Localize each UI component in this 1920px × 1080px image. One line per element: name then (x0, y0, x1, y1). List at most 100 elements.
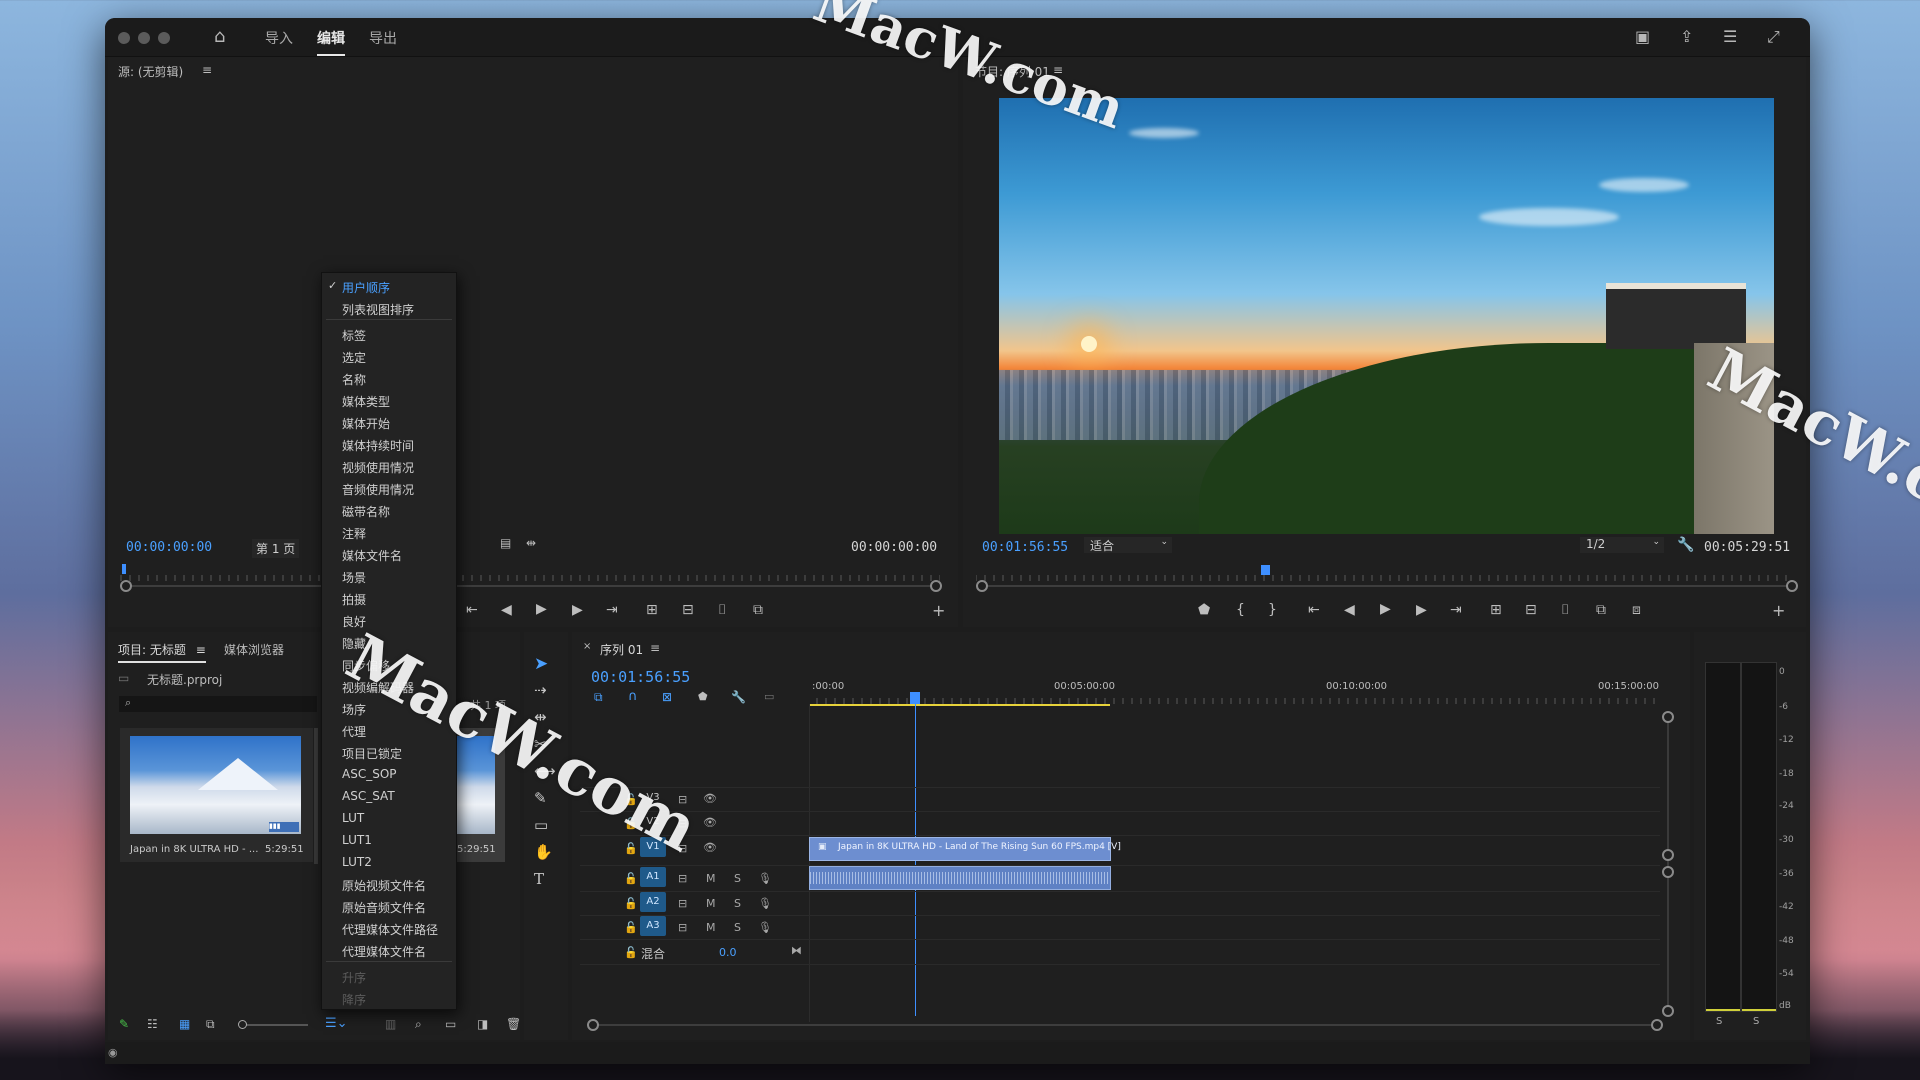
sort-menu-item[interactable]: 注释 (342, 525, 366, 542)
clear-trash-icon[interactable]: 🗑 (506, 1017, 521, 1031)
program-step-back-icon[interactable]: ◀︎ (1344, 602, 1355, 618)
source-step-forward-icon[interactable]: ▶︎ (572, 602, 583, 618)
source-time-ruler[interactable] (120, 563, 940, 581)
go-to-next-edit-icon[interactable]: ⧓ (791, 944, 802, 957)
program-timecode[interactable]: 00:01:56:55 (982, 540, 1068, 555)
timeline-hscroll-left[interactable] (587, 1019, 599, 1031)
audio-clip[interactable] (809, 866, 1111, 890)
source-timecode-left[interactable]: 00:00:00:00 (126, 540, 212, 555)
program-time-ruler[interactable] (976, 563, 1794, 581)
source-settings-icon[interactable]: ▤ (500, 536, 511, 550)
timeline-menu-icon[interactable]: ≡ (650, 641, 660, 655)
eye-icon[interactable]: 👁 (703, 841, 717, 854)
sort-menu-item[interactable]: 标签 (342, 327, 366, 344)
source-step-back-icon[interactable]: ◀︎ (501, 602, 512, 618)
sort-menu-item[interactable]: LUT2 (342, 855, 372, 869)
source-page-dropdown[interactable]: 第 1 页 (252, 539, 300, 558)
sort-menu-item[interactable]: 原始音频文件名 (342, 899, 426, 916)
sort-menu-item[interactable]: 音频使用情况 (342, 481, 414, 498)
nest-toggle-icon[interactable]: ⧉ (594, 690, 603, 705)
source-trim-icon[interactable]: ⇹ (526, 536, 536, 550)
sync-lock-icon[interactable]: ⊟ (678, 921, 687, 934)
sort-menu-item[interactable]: 列表视图排序 (342, 301, 414, 318)
quick-export-icon[interactable]: ▣ (1635, 27, 1650, 46)
timeline-vscroll-knob-mid[interactable] (1662, 849, 1674, 861)
video-clip[interactable]: ▣ Japan in 8K ULTRA HD - Land of The Ris… (809, 837, 1121, 861)
timeline-vscroll-knob-top[interactable] (1662, 711, 1674, 723)
sort-menu-item[interactable]: ASC_SAT (342, 789, 395, 803)
hand-tool-icon[interactable]: ✋ (534, 843, 553, 861)
program-go-to-out-icon[interactable]: ⇥ (1450, 602, 1462, 618)
program-resolution-dropdown[interactable]: 1/2 ⌄ (1580, 537, 1664, 553)
nav-import[interactable]: 导入 (265, 28, 293, 48)
program-zoom-handle-left[interactable] (976, 580, 988, 592)
track-label-a1[interactable]: A1 (640, 867, 666, 887)
lock-icon[interactable]: 🔓 (624, 897, 638, 910)
program-comparison-view-icon[interactable]: ⧉ (1596, 602, 1606, 618)
share-icon[interactable]: ⇪ (1680, 27, 1693, 46)
home-icon[interactable]: ⌂ (214, 26, 225, 47)
nav-edit[interactable]: 编辑 (317, 28, 345, 56)
sort-menu-item[interactable]: 代理媒体文件名 (342, 943, 426, 960)
meter-solo-left-button[interactable]: S (1716, 1016, 1722, 1027)
meter-solo-right-button[interactable]: S (1753, 1016, 1759, 1027)
sort-menu-item[interactable]: 媒体持续时间 (342, 437, 414, 454)
source-zoom-handle-right[interactable] (930, 580, 942, 592)
program-add-button-icon[interactable]: + (1772, 601, 1785, 620)
new-bin-icon[interactable]: ▭ (445, 1017, 456, 1031)
program-zoom-handle-right[interactable] (1786, 580, 1798, 592)
timeline-vertical-scroll-track[interactable] (1667, 718, 1669, 1010)
source-panel-menu-icon[interactable]: ≡ (202, 63, 212, 77)
automate-to-sequence-icon[interactable]: ▥ (385, 1017, 396, 1031)
timeline-settings-icon[interactable]: 🔧 (731, 690, 746, 704)
sort-menu-item[interactable]: 名称 (342, 371, 366, 388)
fullscreen-icon[interactable]: ⤢ (1767, 27, 1780, 47)
find-icon[interactable]: ⌕ (415, 1017, 422, 1032)
captions-icon[interactable]: ▭ (764, 690, 774, 703)
slider-handle[interactable] (238, 1020, 247, 1029)
program-playhead-marker[interactable] (1261, 565, 1270, 575)
timeline-hscroll-right[interactable] (1651, 1019, 1663, 1031)
rectangle-tool-icon[interactable]: ▭ (534, 816, 548, 834)
source-zoom-bar[interactable] (126, 585, 936, 587)
solo-button[interactable]: S (734, 897, 741, 910)
tab-media-browser[interactable]: 媒体浏览器 (224, 641, 284, 658)
project-item-tile[interactable]: ▮▮▮ Japan in 8K ULTRA HD - ... 5:29:51 (120, 728, 313, 862)
timeline-close-icon[interactable]: × (583, 641, 591, 652)
zoom-window-button[interactable] (158, 32, 170, 44)
program-step-forward-icon[interactable]: ▶︎ (1416, 602, 1427, 618)
work-area-bar[interactable] (810, 704, 1110, 706)
sort-menu-item[interactable]: 良好 (342, 613, 366, 630)
sort-menu-item[interactable]: LUT (342, 811, 364, 825)
source-playhead[interactable] (122, 564, 126, 574)
program-go-to-in-icon[interactable]: ⇤ (1308, 602, 1320, 618)
program-settings-wrench-icon[interactable]: 🔧 (1677, 537, 1694, 553)
sort-menu-item[interactable]: 选定 (342, 349, 366, 366)
sort-menu-item[interactable]: 代理媒体文件路径 (342, 921, 438, 938)
source-overwrite-icon[interactable]: ⊟ (682, 602, 694, 618)
sort-menu-item[interactable]: ASC_SOP (342, 767, 397, 781)
program-add-marker-icon[interactable]: ⬟ (1198, 602, 1210, 618)
source-compare-icon[interactable]: ⧉ (753, 602, 763, 618)
timeline-vscroll-knob-mid2[interactable] (1662, 866, 1674, 878)
sort-menu-item[interactable]: 项目已锁定 (342, 745, 402, 762)
new-item-pencil-icon[interactable]: ✎ (119, 1017, 129, 1031)
timeline-horizontal-scroll[interactable] (594, 1024, 1658, 1026)
tab-sequence-01[interactable]: 序列 01 (600, 641, 643, 658)
mute-button[interactable]: M (706, 872, 716, 885)
track-label-a2[interactable]: A2 (640, 892, 666, 912)
solo-button[interactable]: S (734, 921, 741, 934)
project-scrollbar[interactable] (314, 728, 318, 864)
program-zoom-bar[interactable] (982, 585, 1792, 587)
sort-menu-item[interactable]: 视频使用情况 (342, 459, 414, 476)
linked-selection-icon[interactable]: ⊠ (662, 690, 672, 704)
lock-icon[interactable]: 🔓 (624, 946, 638, 959)
program-extract-icon[interactable]: ⊟ (1525, 602, 1537, 618)
sort-menu-item[interactable]: 磁带名称 (342, 503, 390, 520)
solo-button[interactable]: S (734, 872, 741, 885)
microphone-icon[interactable]: 🎙 (758, 897, 772, 910)
program-export-frame-icon[interactable]: ⌷ (1561, 602, 1569, 618)
add-marker-icon[interactable]: ⬟ (698, 690, 708, 703)
track-select-tool-icon[interactable]: ⇢ (534, 681, 547, 699)
selection-tool-icon[interactable]: ➤ (534, 654, 548, 674)
